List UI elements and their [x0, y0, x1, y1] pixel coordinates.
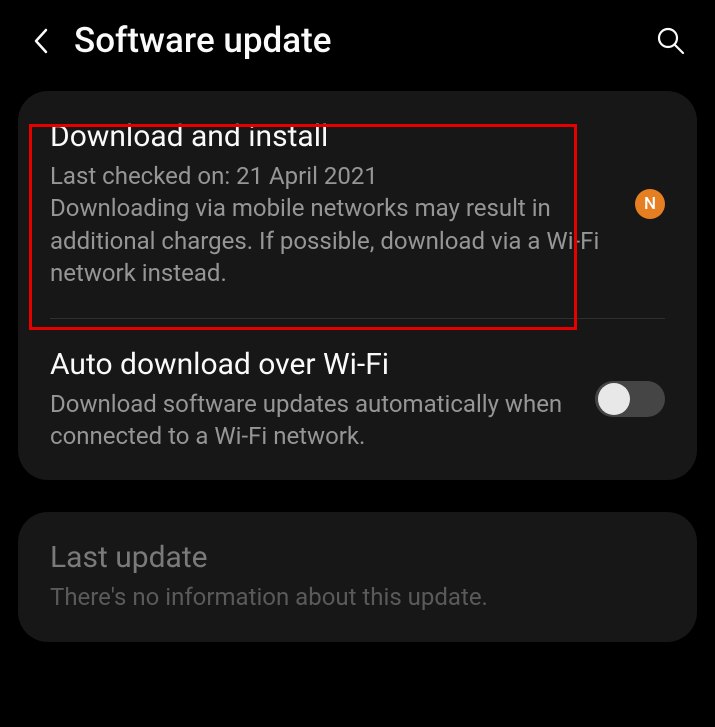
- last-update-content: Last update There's no information about…: [50, 540, 665, 613]
- search-icon: [656, 26, 686, 56]
- last-update-title: Last update: [50, 540, 665, 575]
- toggle-knob: [598, 383, 630, 415]
- header: Software update: [0, 0, 715, 91]
- auto-download-item[interactable]: Auto download over Wi-Fi Download softwa…: [18, 319, 697, 481]
- download-install-title: Download and install: [50, 119, 615, 154]
- last-update-item[interactable]: Last update There's no information about…: [18, 512, 697, 641]
- page-title: Software update: [74, 20, 635, 61]
- settings-card-main: Download and install Last checked on: 21…: [18, 91, 697, 480]
- download-install-description: Last checked on: 21 April 2021 Downloadi…: [50, 160, 615, 290]
- auto-download-toggle[interactable]: [595, 381, 665, 417]
- download-install-content: Download and install Last checked on: 21…: [50, 119, 615, 290]
- auto-download-content: Auto download over Wi-Fi Download softwa…: [50, 347, 575, 453]
- auto-download-description: Download software updates automatically …: [50, 388, 575, 453]
- back-button[interactable]: [28, 28, 54, 54]
- notification-badge: N: [635, 189, 665, 219]
- download-install-item[interactable]: Download and install Last checked on: 21…: [18, 91, 697, 318]
- chevron-left-icon: [31, 27, 51, 55]
- last-update-description: There's no information about this update…: [50, 581, 665, 613]
- auto-download-title: Auto download over Wi-Fi: [50, 347, 575, 382]
- settings-card-last-update: Last update There's no information about…: [18, 512, 697, 641]
- search-button[interactable]: [655, 25, 687, 57]
